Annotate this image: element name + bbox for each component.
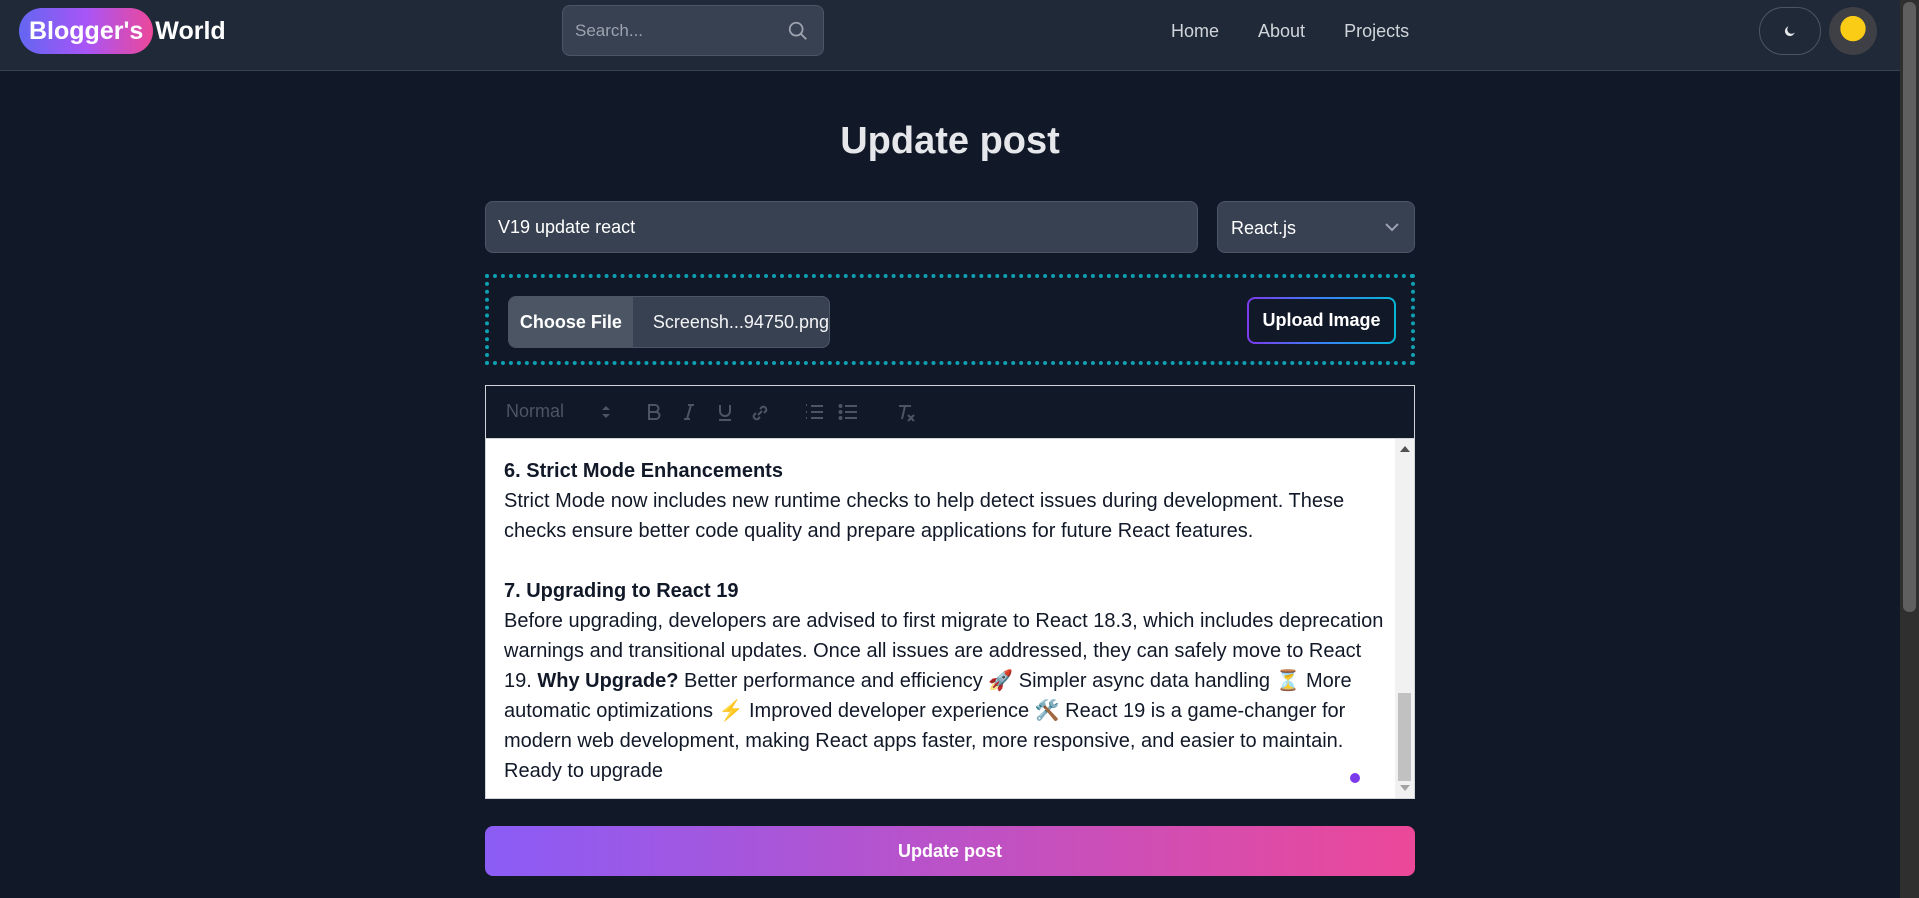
select-arrows-icon [602, 406, 610, 418]
category-value: React.js [1231, 218, 1297, 238]
navbar: Blogger's World Home About Projects [0, 0, 1900, 71]
editor-scrollbar-thumb[interactable] [1398, 693, 1411, 781]
theme-toggle-button[interactable] [1759, 7, 1821, 55]
bold-icon[interactable] [645, 403, 663, 421]
ordered-list-icon[interactable] [804, 403, 824, 421]
section-heading: 7. Upgrading to React 19 [504, 580, 739, 602]
editor-toolbar: Normal [485, 385, 1415, 439]
update-post-button[interactable]: Update post [485, 826, 1415, 876]
clear-format-icon[interactable] [896, 403, 916, 423]
search-input[interactable] [563, 6, 773, 55]
page-scrollbar-thumb[interactable] [1903, 2, 1916, 612]
choose-file-button[interactable]: Choose File [509, 297, 633, 347]
nav-links: Home About Projects [1171, 21, 1448, 42]
rich-text-editor[interactable]: 6. Strict Mode Enhancements Strict Mode … [485, 438, 1415, 799]
moon-icon [1784, 26, 1795, 37]
post-title-input[interactable] [485, 201, 1198, 253]
paragraph: Before upgrading, developers are advised… [504, 606, 1384, 786]
italic-icon[interactable] [680, 403, 698, 421]
logo-text: World [155, 16, 226, 45]
editor-scrollbar[interactable] [1395, 439, 1414, 798]
page-scrollbar[interactable] [1900, 0, 1919, 898]
bullet-list-icon[interactable] [838, 403, 858, 421]
user-avatar[interactable] [1829, 7, 1877, 55]
search-box [562, 5, 824, 56]
grammar-indicator[interactable] [1350, 773, 1360, 783]
editor-content[interactable]: 6. Strict Mode Enhancements Strict Mode … [504, 456, 1384, 786]
site-logo[interactable]: Blogger's World [19, 8, 226, 54]
upload-image-button[interactable]: Upload Image [1247, 297, 1396, 344]
scroll-down-arrow[interactable] [1400, 785, 1410, 791]
paragraph: Strict Mode now includes new runtime che… [504, 490, 1345, 542]
file-name: Screensh...94750.png [652, 311, 829, 332]
nav-projects[interactable]: Projects [1344, 21, 1409, 42]
scroll-up-arrow[interactable] [1400, 446, 1410, 452]
image-upload-zone: Choose File Screensh...94750.png Upload … [485, 274, 1415, 365]
format-select-label: Normal [506, 401, 565, 421]
bold-text: Why Upgrade? [537, 670, 679, 692]
nav-about[interactable]: About [1258, 21, 1305, 42]
nav-home[interactable]: Home [1171, 21, 1219, 42]
category-select[interactable]: React.js [1217, 201, 1415, 253]
search-icon[interactable] [787, 20, 809, 42]
chevron-down-icon [1385, 223, 1399, 232]
underline-icon[interactable] [716, 403, 734, 421]
link-icon[interactable] [750, 403, 770, 423]
format-select[interactable]: Normal [506, 401, 611, 423]
logo-pill: Blogger's [19, 8, 154, 54]
section-heading: 6. Strict Mode Enhancements [504, 460, 783, 482]
page-title: Update post [840, 120, 1060, 162]
file-input[interactable]: Choose File Screensh...94750.png [508, 296, 830, 348]
